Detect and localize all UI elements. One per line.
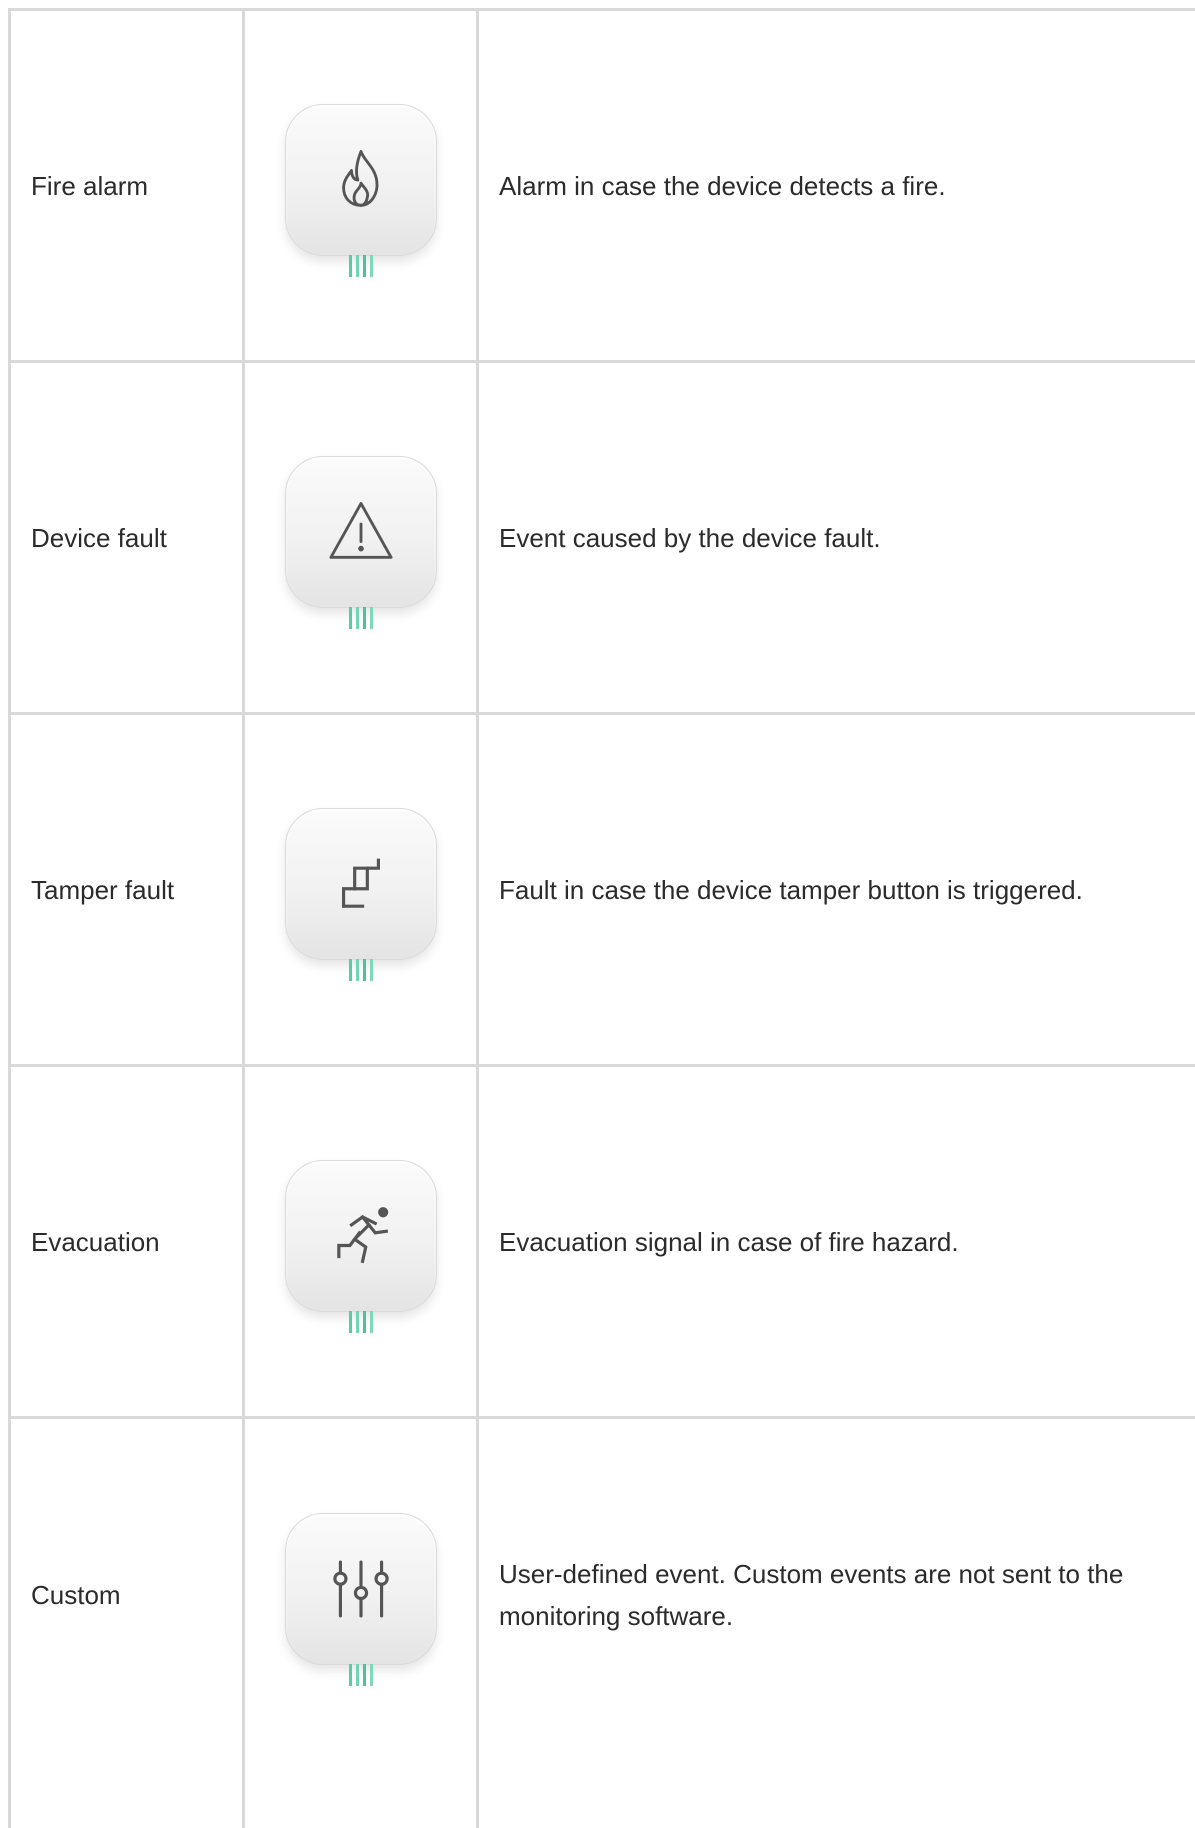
device-illustration [285,456,437,628]
table-row: Tamper fault Fault in case the device ta… [10,714,1195,1066]
event-name: Evacuation [31,1227,160,1257]
event-name: Custom [31,1574,121,1616]
event-name: Device fault [31,523,167,553]
table-row: Evacuation Evacuation signal [10,1066,1195,1418]
device-illustration [285,1513,437,1685]
event-description-cell: Fault in case the device tamper button i… [478,714,1195,1066]
event-name-cell: Tamper fault [10,714,244,1066]
event-name-cell: Evacuation [10,1066,244,1418]
event-description: Alarm in case the device detects a fire. [499,171,946,201]
event-icon-cell [244,10,478,362]
event-icon-cell [244,1066,478,1418]
event-description: Event caused by the device fault. [499,523,881,553]
event-icon-cell [244,362,478,714]
event-table: Fire alarm Alarm in case the device dete… [8,8,1195,1828]
event-description-cell: User-defined event. Custom events are no… [478,1418,1195,1828]
event-description-cell: Event caused by the device fault. [478,362,1195,714]
event-description: User-defined event. Custom events are no… [499,1553,1183,1637]
warning-triangle-icon [323,494,399,570]
table-row: Custom [10,1418,1195,1828]
table-row: Device fault Event caused by the device … [10,362,1195,714]
event-description-cell: Alarm in case the device detects a fire. [478,10,1195,362]
event-description-cell: Evacuation signal in case of fire hazard… [478,1066,1195,1418]
device-illustration [285,104,437,276]
event-name-cell: Custom [10,1418,244,1828]
evacuation-runner-icon [323,1198,399,1274]
event-name-cell: Device fault [10,362,244,714]
event-name: Fire alarm [31,171,148,201]
event-description: Fault in case the device tamper button i… [499,875,1083,905]
tamper-icon [323,846,399,922]
fire-icon [323,142,399,218]
event-icon-cell [244,714,478,1066]
event-icon-cell [244,1418,478,1828]
table-row: Fire alarm Alarm in case the device dete… [10,10,1195,362]
device-illustration [285,808,437,980]
event-name-cell: Fire alarm [10,10,244,362]
event-name: Tamper fault [31,875,174,905]
sliders-icon [323,1551,399,1627]
device-illustration [285,1160,437,1332]
event-description: Evacuation signal in case of fire hazard… [499,1227,959,1257]
